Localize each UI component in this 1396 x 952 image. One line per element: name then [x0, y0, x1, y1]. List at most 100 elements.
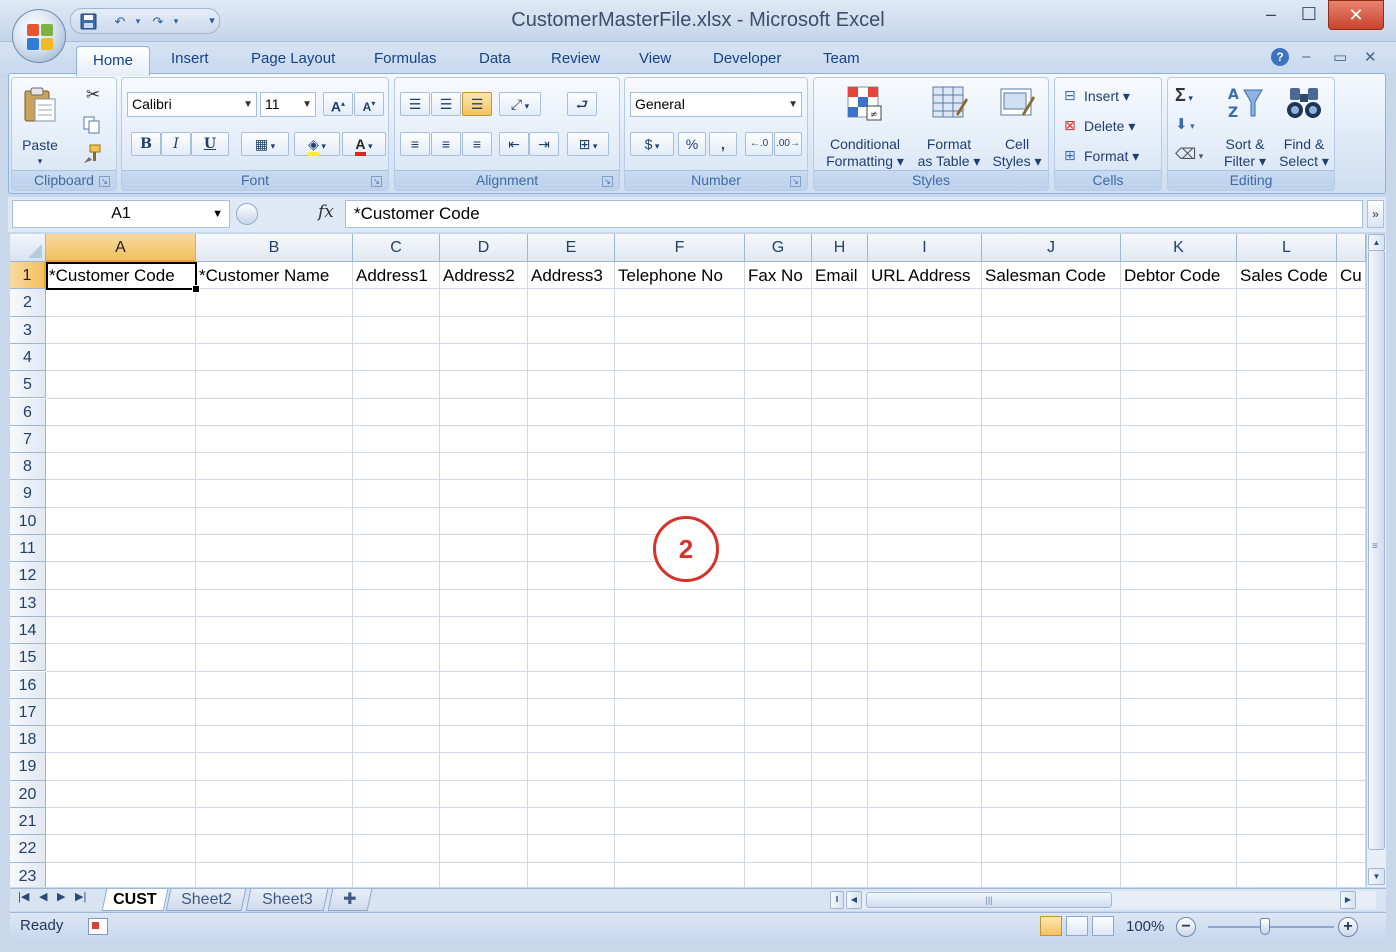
- zoom-out-button[interactable]: −: [1176, 917, 1196, 937]
- column-header-d[interactable]: D: [440, 234, 528, 262]
- format-cells-button[interactable]: ⊞ Format ▾: [1061, 144, 1157, 168]
- normal-view-button[interactable]: [1040, 916, 1062, 936]
- fill-button[interactable]: ⬇ ▾: [1174, 114, 1214, 138]
- paste-button[interactable]: Paste ▾: [16, 82, 62, 166]
- vertical-scrollbar[interactable]: ▲ ▼: [1366, 234, 1386, 887]
- scroll-right-icon[interactable]: ▶: [1340, 891, 1356, 909]
- clipboard-launcher-icon[interactable]: ↘: [99, 176, 110, 187]
- zoom-slider-track[interactable]: [1208, 926, 1334, 928]
- row-header-16[interactable]: 16: [10, 671, 46, 699]
- row-header-9[interactable]: 9: [10, 480, 46, 508]
- column-header-h[interactable]: H: [812, 234, 868, 262]
- decrease-decimal-button[interactable]: .00→: [774, 132, 802, 156]
- tab-team[interactable]: Team: [823, 50, 860, 67]
- cell-row1-f[interactable]: Telephone No: [615, 263, 745, 289]
- decrease-indent-button[interactable]: ⇤: [499, 132, 529, 156]
- copy-icon[interactable]: [80, 114, 106, 136]
- scroll-left-icon[interactable]: ◀: [846, 891, 862, 909]
- zoom-level[interactable]: 100%: [1126, 918, 1164, 935]
- row-header-15[interactable]: 15: [10, 644, 46, 672]
- wrap-text-button[interactable]: ⮐: [567, 92, 597, 116]
- row-header-23[interactable]: 23: [10, 862, 46, 887]
- zoom-slider-thumb[interactable]: [1260, 918, 1270, 935]
- find-select-button[interactable]: Find & Select ▾: [1274, 81, 1332, 169]
- cell-row1-c[interactable]: Address1: [353, 263, 440, 289]
- align-bottom-button[interactable]: ☰: [462, 92, 492, 116]
- row-header-13[interactable]: 13: [10, 589, 46, 617]
- alignment-launcher-icon[interactable]: ↘: [602, 176, 613, 187]
- merge-center-button[interactable]: ⊞ ▾: [567, 132, 609, 156]
- column-header-a[interactable]: A: [46, 234, 196, 262]
- horizontal-scroll-thumb[interactable]: |||: [866, 892, 1112, 908]
- increase-decimal-button[interactable]: ←.0: [745, 132, 773, 156]
- cell-row1-j[interactable]: Salesman Code: [982, 263, 1121, 289]
- expand-formula-bar-icon[interactable]: »: [1367, 200, 1384, 228]
- tab-insert[interactable]: Insert: [171, 50, 209, 67]
- cell-row1-h[interactable]: Email: [812, 263, 868, 289]
- row-header-5[interactable]: 5: [10, 371, 46, 399]
- cell-row1-e[interactable]: Address3: [528, 263, 615, 289]
- office-button[interactable]: [12, 9, 66, 63]
- autosum-button[interactable]: Σ ▾: [1174, 84, 1214, 108]
- cell-row1-k[interactable]: Debtor Code: [1121, 263, 1237, 289]
- row-header-22[interactable]: 22: [10, 835, 46, 863]
- select-all-corner[interactable]: [10, 234, 46, 262]
- tab-home[interactable]: Home: [76, 46, 150, 76]
- page-break-view-button[interactable]: [1092, 916, 1114, 936]
- row-header-17[interactable]: 17: [10, 698, 46, 727]
- comma-style-button[interactable]: ,: [709, 132, 737, 156]
- sheet-tab-sheet3[interactable]: Sheet3: [245, 889, 329, 911]
- workbook-minimize-icon[interactable]: –: [1302, 48, 1310, 65]
- cell-row1-d[interactable]: Address2: [440, 263, 528, 289]
- vertical-scroll-thumb[interactable]: [1368, 250, 1385, 850]
- number-launcher-icon[interactable]: ↘: [790, 176, 801, 187]
- font-name-select[interactable]: Calibri ▼: [127, 92, 257, 117]
- scroll-down-icon[interactable]: ▼: [1368, 868, 1385, 885]
- tab-review[interactable]: Review: [551, 50, 600, 67]
- row-header-18[interactable]: 18: [10, 726, 46, 754]
- column-header-partial[interactable]: [1337, 234, 1366, 262]
- tab-page-layout[interactable]: Page Layout: [251, 50, 335, 67]
- close-button[interactable]: ✕: [1328, 0, 1384, 30]
- help-icon[interactable]: ?: [1271, 48, 1289, 66]
- cell-row1-l[interactable]: Sales Code: [1237, 263, 1337, 289]
- underline-button[interactable]: U: [191, 132, 229, 156]
- orientation-button[interactable]: ⤢ ▾: [499, 92, 541, 116]
- row-header-11[interactable]: 11: [10, 535, 46, 563]
- cut-icon[interactable]: ✂: [80, 84, 106, 106]
- font-size-select[interactable]: 11 ▼: [260, 92, 316, 117]
- zoom-in-button[interactable]: +: [1338, 917, 1358, 937]
- font-launcher-icon[interactable]: ↘: [371, 176, 382, 187]
- column-header-f[interactable]: F: [615, 234, 745, 262]
- insert-function-icon[interactable]: fx: [318, 202, 334, 222]
- prev-sheet-icon[interactable]: ◀: [39, 890, 47, 903]
- conditional-formatting-button[interactable]: ≠ Conditional Formatting ▾: [818, 81, 910, 169]
- sort-filter-button[interactable]: A Z Sort & Filter ▾: [1216, 81, 1272, 169]
- accounting-format-button[interactable]: $ ▾: [630, 132, 674, 156]
- macro-recording-icon[interactable]: [88, 918, 108, 935]
- row-header-3[interactable]: 3: [10, 316, 46, 344]
- tab-split-handle[interactable]: ‖: [830, 891, 844, 909]
- name-box[interactable]: A1 ▼: [12, 200, 230, 228]
- align-top-button[interactable]: ☰: [400, 92, 430, 116]
- insert-cells-button[interactable]: ⊟ Insert ▾: [1061, 84, 1157, 108]
- percent-style-button[interactable]: %: [678, 132, 706, 156]
- workbook-restore-icon[interactable]: ▭: [1333, 48, 1347, 66]
- cell-row1-g[interactable]: Fax No: [745, 263, 812, 289]
- insert-sheet-button[interactable]: ✚: [327, 889, 373, 911]
- bold-button[interactable]: B: [131, 132, 161, 156]
- column-header-l[interactable]: L: [1237, 234, 1337, 262]
- first-sheet-icon[interactable]: |◀: [18, 890, 29, 903]
- row-header-4[interactable]: 4: [10, 343, 46, 372]
- format-painter-icon[interactable]: [80, 142, 106, 164]
- align-left-button[interactable]: ≡: [400, 132, 430, 156]
- row-header-2[interactable]: 2: [10, 289, 46, 317]
- row-header-20[interactable]: 20: [10, 780, 46, 808]
- row-header-14[interactable]: 14: [10, 616, 46, 645]
- italic-button[interactable]: I: [161, 132, 191, 156]
- row-header-6[interactable]: 6: [10, 398, 46, 426]
- tab-data[interactable]: Data: [479, 50, 511, 67]
- sheet-tab-cust[interactable]: CUST: [101, 889, 169, 911]
- align-center-button[interactable]: ≡: [431, 132, 461, 156]
- formula-bar-resize-handle[interactable]: [236, 203, 258, 225]
